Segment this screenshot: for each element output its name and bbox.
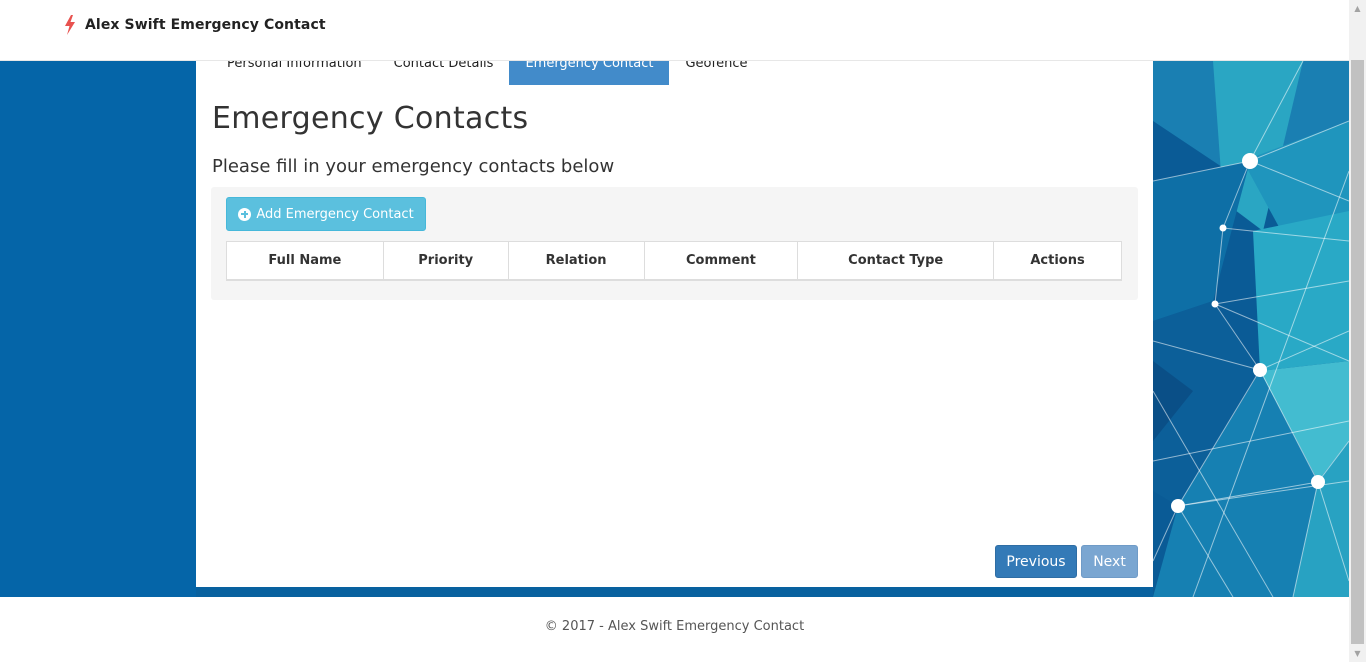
column-header-priority[interactable]: Priority — [382, 241, 509, 281]
footer-copyright: © 2017 - Alex Swift Emergency Contact — [544, 619, 805, 634]
brand-title: Alex Swift Emergency Contact — [85, 17, 326, 33]
background-network-image — [1153, 61, 1349, 597]
previous-button[interactable]: Previous — [995, 545, 1077, 578]
page-title: Emergency Contacts — [212, 101, 529, 136]
page-subtitle: Please fill in your emergency contacts b… — [212, 156, 615, 177]
column-header-actions[interactable]: Actions — [993, 241, 1122, 281]
emergency-contacts-table: Full Name Priority Relation Comment Cont… — [226, 241, 1122, 281]
column-header-full-name[interactable]: Full Name — [226, 241, 384, 281]
tab-contact-details[interactable]: Contact Details — [378, 57, 510, 85]
scrollbar-thumb[interactable] — [1351, 60, 1364, 644]
table-header-row: Full Name Priority Relation Comment Cont… — [226, 241, 1122, 281]
footer: © 2017 - Alex Swift Emergency Contact — [0, 597, 1349, 662]
add-emergency-contact-button[interactable]: Add Emergency Contact — [226, 197, 426, 231]
scroll-up-arrow-icon[interactable]: ▲ — [1349, 0, 1366, 17]
column-header-comment[interactable]: Comment — [643, 241, 799, 281]
plus-circle-icon — [238, 207, 252, 221]
tab-emergency-contact[interactable]: Emergency Contact — [509, 57, 670, 85]
navbar: Alex Swift Emergency Contact — [0, 0, 1349, 61]
contacts-well: Add Emergency Contact Full Name Priority… — [211, 187, 1138, 300]
wizard-tabs: Personal Information Contact Details Eme… — [211, 57, 763, 85]
background-strip — [196, 587, 1153, 597]
add-button-label: Add Emergency Contact — [256, 206, 414, 222]
column-header-relation[interactable]: Relation — [507, 241, 645, 281]
scroll-down-arrow-icon[interactable]: ▼ — [1349, 645, 1366, 662]
background-left — [0, 61, 196, 597]
next-button[interactable]: Next — [1081, 545, 1138, 578]
vertical-scrollbar[interactable]: ▲ ▼ — [1349, 0, 1366, 662]
main-panel: Personal Information Contact Details Eme… — [196, 57, 1153, 587]
bolt-icon — [65, 15, 75, 35]
brand-link[interactable]: Alex Swift Emergency Contact — [63, 15, 326, 35]
column-header-contact-type[interactable]: Contact Type — [797, 241, 995, 281]
tab-personal-information[interactable]: Personal Information — [211, 57, 378, 85]
tab-geofence[interactable]: Geofence — [669, 57, 763, 85]
